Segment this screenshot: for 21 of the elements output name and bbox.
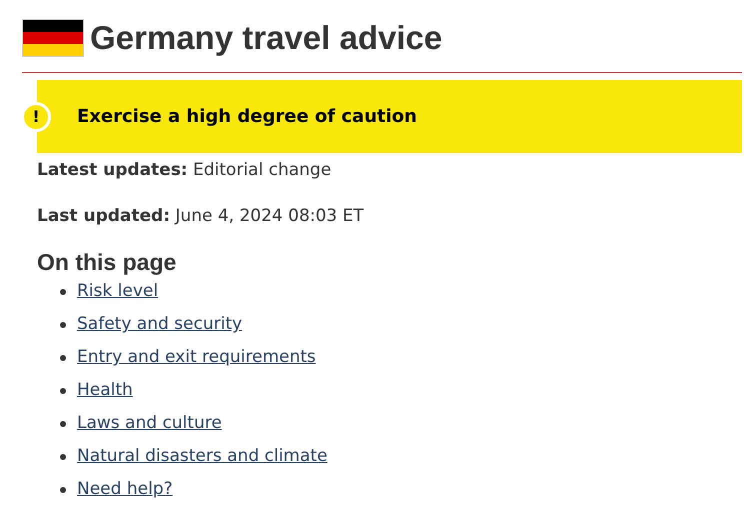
bullet-icon xyxy=(60,487,66,493)
update-line: Latest updates: Editorial change xyxy=(37,159,332,182)
bullet-icon xyxy=(60,421,66,427)
bullet-icon xyxy=(60,355,66,361)
section-link[interactable]: Risk level xyxy=(77,279,158,305)
section-link[interactable]: Natural disasters and climate xyxy=(77,444,328,470)
section-link[interactable]: Laws and culture xyxy=(77,411,222,437)
bullet-icon xyxy=(60,454,66,460)
section-link[interactable]: Health xyxy=(77,378,133,404)
section-link[interactable]: Safety and security xyxy=(77,312,242,338)
bullet-icon xyxy=(60,388,66,394)
section-link[interactable]: Need help? xyxy=(77,477,173,503)
page-title: Germany travel advice xyxy=(90,18,442,58)
bullet-icon xyxy=(60,322,66,328)
risk-level-text: Exercise a high degree of caution xyxy=(77,105,417,129)
section-heading: On this page xyxy=(36,248,178,276)
section-link[interactable]: Entry and exit requirements xyxy=(77,345,316,371)
flag-icon xyxy=(22,19,84,57)
warning-icon: ! xyxy=(21,102,51,132)
bullet-icon xyxy=(60,289,66,295)
update-line: Last updated: June 4, 2024 08:03 ET xyxy=(37,205,365,228)
